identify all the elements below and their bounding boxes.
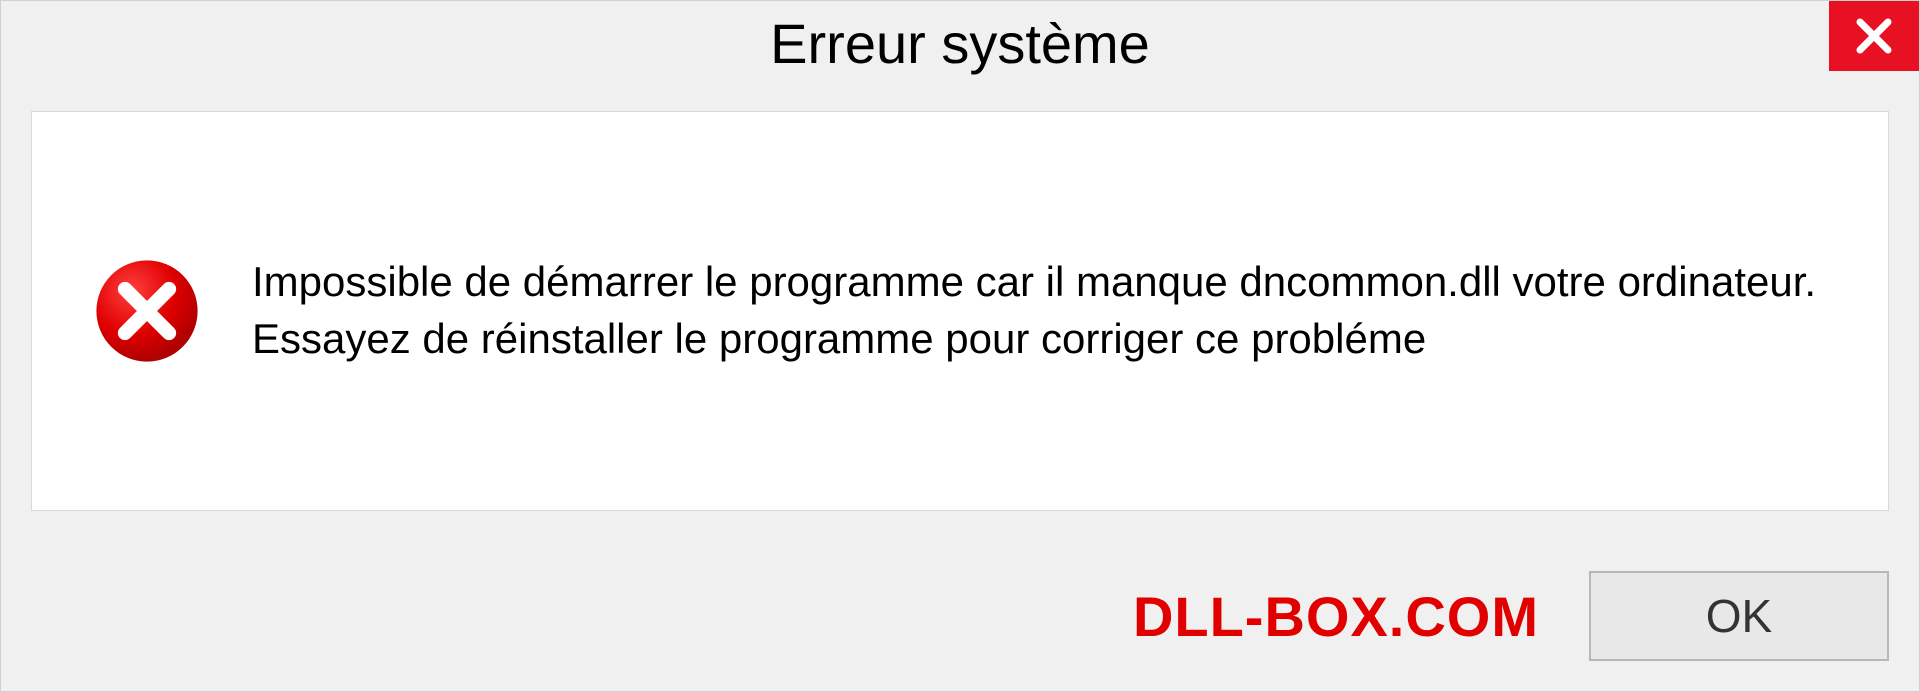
content-panel: Impossible de démarrer le programme car … [31,111,1889,511]
error-icon [92,256,202,366]
ok-button-label: OK [1706,589,1772,643]
watermark-text: DLL-BOX.COM [1133,584,1539,649]
close-icon [1853,15,1895,57]
close-button[interactable] [1829,1,1919,71]
dialog-title: Erreur système [770,11,1150,76]
ok-button[interactable]: OK [1589,571,1889,661]
titlebar: Erreur système [1,1,1919,91]
error-dialog: Erreur système Impossible de démarr [0,0,1920,692]
error-message: Impossible de démarrer le programme car … [252,254,1828,367]
dialog-footer: DLL-BOX.COM OK [1133,571,1889,661]
